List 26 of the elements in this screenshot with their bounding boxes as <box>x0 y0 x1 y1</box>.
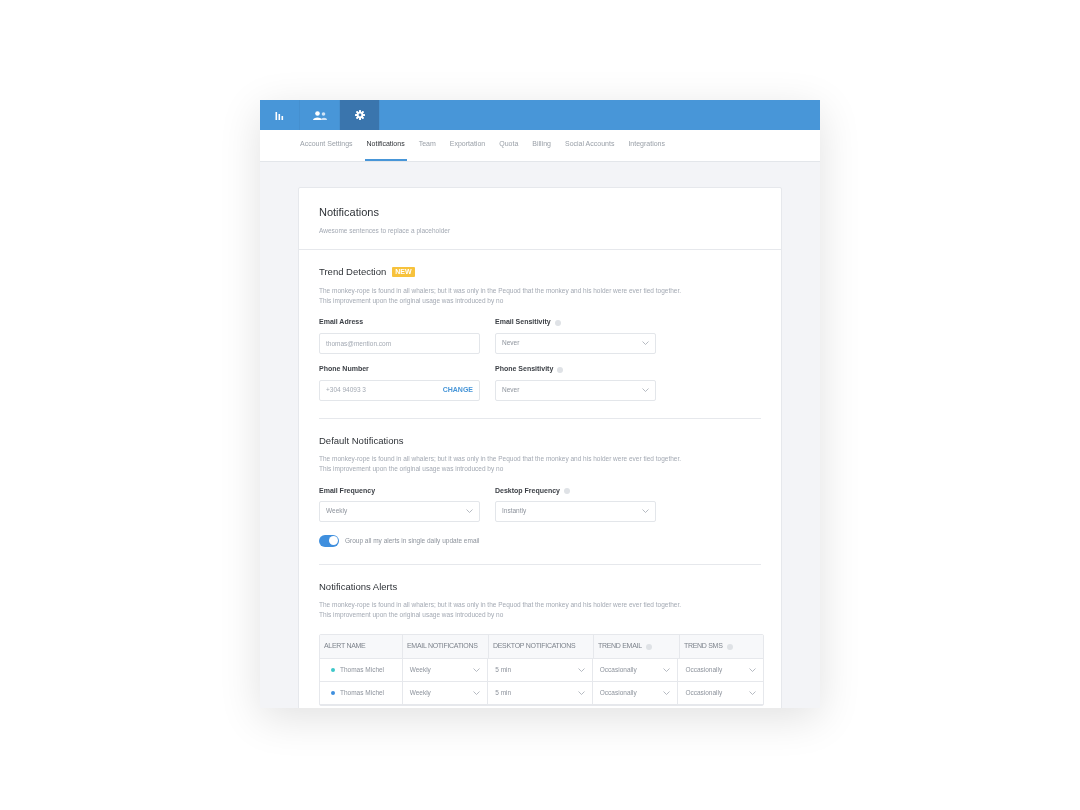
info-icon <box>645 643 652 650</box>
chevron-down-icon <box>577 691 585 695</box>
chevron-down-icon <box>466 509 473 514</box>
bar-chart-icon <box>275 110 284 120</box>
info-icon <box>557 366 564 373</box>
users-icon <box>312 110 327 120</box>
toggle-switch[interactable] <box>319 534 339 547</box>
section-title: Default Notifications <box>319 433 404 448</box>
icon-tab[interactable] <box>340 100 380 130</box>
section-title: Trend Detection <box>319 265 387 280</box>
chevron-down-icon <box>663 668 671 672</box>
info-icon <box>563 487 570 494</box>
chevron-down-icon <box>642 388 649 392</box>
chevron-down-icon <box>473 691 481 695</box>
chevron-down-icon <box>642 509 649 514</box>
chevron-down-icon <box>473 668 481 672</box>
card-title: Notifications <box>319 205 380 220</box>
info-icon <box>554 319 561 326</box>
chevron-down-icon <box>749 668 756 672</box>
settings-icon <box>354 110 365 120</box>
chevron-down-icon <box>642 341 649 345</box>
chevron-down-icon <box>663 691 671 695</box>
section-title: Notifications Alerts <box>319 579 398 594</box>
chevron-down-icon <box>749 691 756 695</box>
chevron-down-icon <box>577 668 585 672</box>
info-icon <box>726 643 733 650</box>
